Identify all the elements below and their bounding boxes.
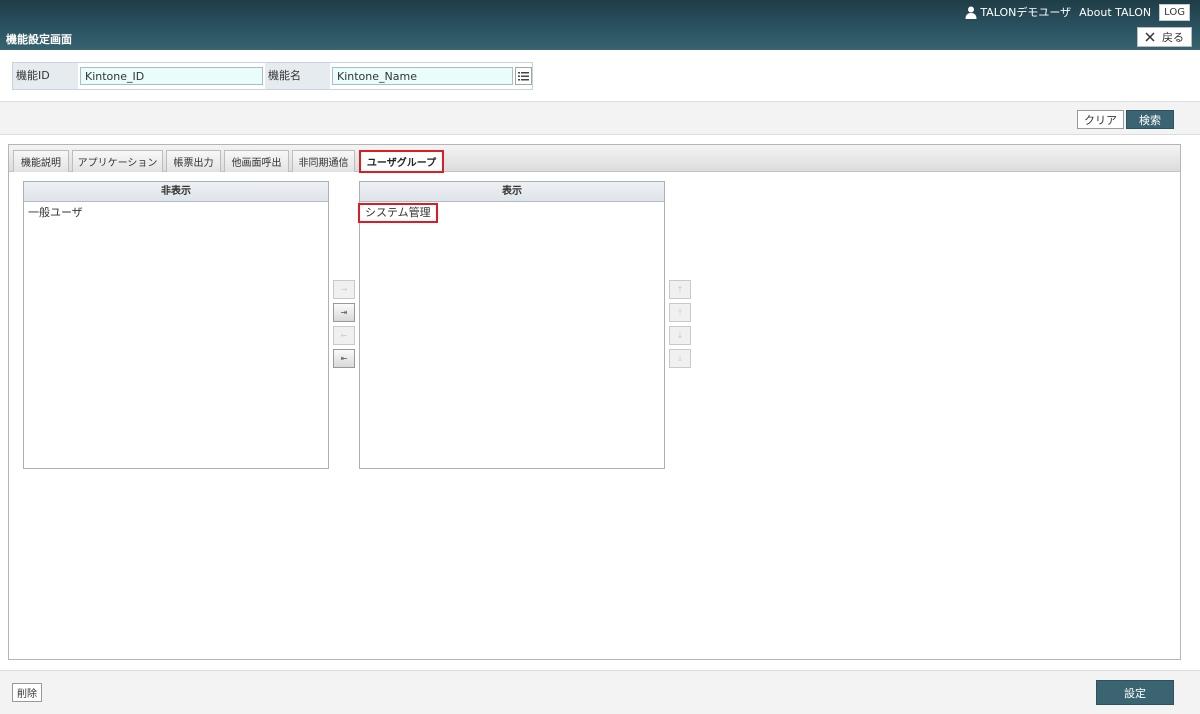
- move-right-button[interactable]: →: [333, 280, 355, 299]
- clear-button[interactable]: クリア: [1077, 110, 1124, 129]
- move-all-right-button[interactable]: ⇥: [333, 303, 355, 322]
- search-criteria: 機能ID 機能名: [12, 62, 533, 90]
- tab-user-group[interactable]: ユーザグループ: [359, 150, 444, 173]
- hidden-group-list: 非表示 一般ユーザ: [23, 181, 329, 469]
- move-top-button[interactable]: ⤒: [669, 303, 691, 322]
- function-id-label: 機能ID: [13, 63, 78, 89]
- move-up-button[interactable]: ↑: [669, 280, 691, 299]
- shown-group-list: 表示 システム管理: [358, 181, 665, 469]
- user-menu[interactable]: TALONデモユーザ: [965, 4, 1071, 20]
- user-area: TALONデモユーザ About TALON LOG: [965, 3, 1190, 21]
- hidden-list-header: 非表示: [24, 182, 328, 202]
- footer-bar: 削除 設定: [0, 670, 1200, 714]
- list-select-button[interactable]: [515, 67, 532, 85]
- move-bottom-button[interactable]: ⤓: [669, 349, 691, 368]
- tab-application[interactable]: アプリケーション: [72, 150, 163, 172]
- log-button[interactable]: LOG: [1159, 3, 1190, 21]
- app-header: TALONデモユーザ About TALON LOG 機能設定画面 戻る: [0, 0, 1200, 50]
- page-title: 機能設定画面: [6, 33, 72, 46]
- function-name-label: 機能名: [265, 63, 330, 89]
- move-down-button[interactable]: ↓: [669, 326, 691, 345]
- user-icon: [965, 6, 977, 19]
- move-left-button[interactable]: ←: [333, 326, 355, 345]
- back-button-label: 戻る: [1162, 31, 1184, 44]
- delete-button[interactable]: 削除: [12, 683, 42, 702]
- shown-list-header: 表示: [360, 182, 664, 202]
- close-icon: [1145, 32, 1155, 42]
- tab-strip: 機能説明 アプリケーション 帳票出力 他画面呼出 非同期通信 ユーザグループ: [9, 145, 1180, 173]
- function-name-input[interactable]: [332, 67, 513, 85]
- list-item[interactable]: 一般ユーザ: [26, 205, 85, 221]
- tab-report-output[interactable]: 帳票出力: [166, 150, 221, 172]
- back-button[interactable]: 戻る: [1137, 27, 1192, 47]
- tab-async-communication[interactable]: 非同期通信: [292, 150, 355, 172]
- about-link[interactable]: About TALON: [1079, 6, 1151, 19]
- action-bar: クリア 検索: [0, 101, 1200, 135]
- tab-other-screen-call[interactable]: 他画面呼出: [224, 150, 289, 172]
- tab-description[interactable]: 機能説明: [13, 150, 69, 172]
- move-all-left-button[interactable]: ⇤: [333, 349, 355, 368]
- list-item[interactable]: システム管理: [358, 203, 438, 223]
- user-name: TALONデモユーザ: [980, 6, 1072, 19]
- set-button[interactable]: 設定: [1096, 680, 1174, 705]
- search-button[interactable]: 検索: [1126, 110, 1174, 129]
- main-panel: 機能説明 アプリケーション 帳票出力 他画面呼出 非同期通信 ユーザグループ 非…: [8, 144, 1181, 660]
- list-icon: [518, 71, 529, 80]
- function-id-input[interactable]: [80, 67, 263, 85]
